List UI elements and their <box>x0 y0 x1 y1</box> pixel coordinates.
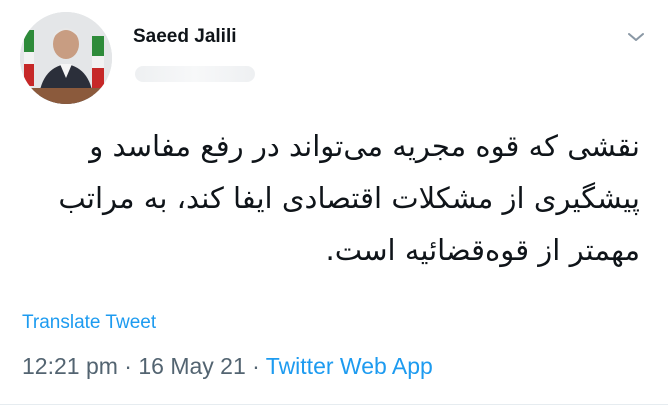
chevron-down-icon[interactable] <box>626 30 646 44</box>
divider <box>0 404 668 405</box>
translate-tweet-link[interactable]: Translate Tweet <box>22 312 156 334</box>
tweet-card: Saeed Jalili نقشی که قوه مجریه می‌تواند … <box>0 0 668 410</box>
avatar[interactable] <box>20 12 112 104</box>
tweet-text: نقشی که قوه مجریه می‌تواند در رفع مفاسد … <box>58 129 640 267</box>
tweet-date[interactable]: 16 May 21 <box>138 353 245 379</box>
author-name[interactable]: Saeed Jalili <box>133 26 237 48</box>
tweet-time[interactable]: 12:21 pm <box>22 353 118 379</box>
avatar-photo <box>20 12 112 104</box>
meta-separator: · <box>124 353 139 379</box>
source-app-link[interactable]: Twitter Web App <box>266 353 433 379</box>
tweet-meta: 12:21 pm · 16 May 21 · Twitter Web App <box>22 353 433 380</box>
author-handle-redacted <box>135 66 255 82</box>
meta-separator: · <box>252 353 266 379</box>
